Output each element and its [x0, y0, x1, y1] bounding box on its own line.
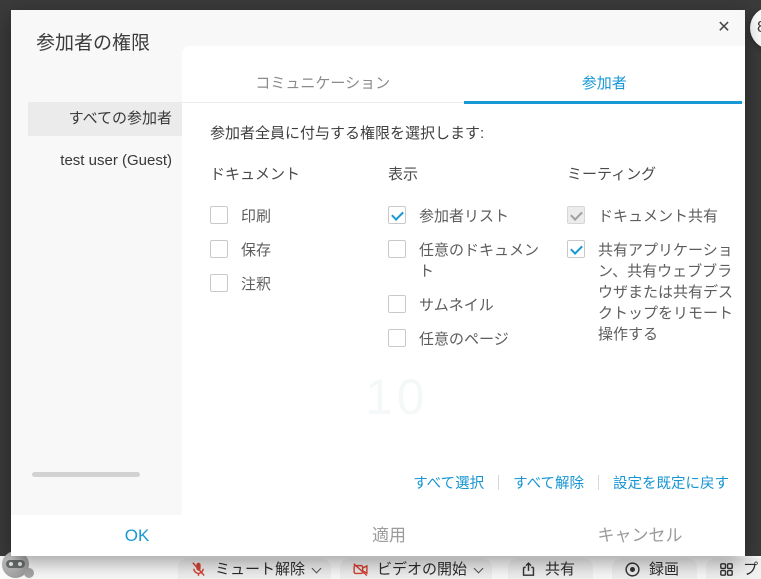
option-save[interactable]: 保存	[210, 240, 360, 261]
checkbox[interactable]	[210, 240, 228, 258]
column-document: ドキュメント 印刷 保存 注釈	[210, 163, 360, 308]
clear-all-link[interactable]: すべて解除	[513, 472, 584, 493]
tab-bar: コミュニケーション 参加者	[182, 46, 745, 103]
option-remote-control[interactable]: 共有アプリケーション、共有ウェブブラウザまたは共有デスクトップをリモート操作する	[567, 240, 733, 345]
screen: ミュート解除 ビデオの開始 共有	[0, 0, 761, 579]
option-any-page[interactable]: 任意のページ	[388, 329, 553, 350]
option-label: 任意のページ	[419, 329, 509, 350]
meeting-toolbar: ミュート解除 ビデオの開始 共有	[0, 556, 761, 579]
checkbox[interactable]	[567, 240, 585, 258]
option-label: ドキュメント共有	[598, 206, 718, 227]
share-icon	[520, 561, 537, 578]
apply-button[interactable]: 適用	[319, 515, 459, 556]
option-participant-list[interactable]: 参加者リスト	[388, 206, 553, 227]
column-view: 表示 参加者リスト 任意のドキュメント サムネイル 任意のページ	[388, 163, 553, 363]
option-thumbnails[interactable]: サムネイル	[388, 295, 553, 316]
option-document-sharing: ドキュメント共有	[567, 206, 733, 227]
option-label: 注釈	[241, 274, 271, 295]
column-header: ドキュメント	[210, 163, 360, 184]
video-off-icon	[352, 561, 369, 578]
divider	[598, 475, 599, 490]
record-icon	[624, 561, 641, 578]
record-button[interactable]: 録画	[612, 558, 697, 579]
option-any-document[interactable]: 任意のドキュメント	[388, 240, 553, 282]
privileges-panel: コミュニケーション 参加者 参加者全員に付与する権限を選択します: ドキュメント…	[182, 46, 745, 525]
instruction-text: 参加者全員に付与する権限を選択します:	[210, 122, 484, 143]
layout-button[interactable]: プレ	[706, 558, 761, 579]
start-video-button[interactable]: ビデオの開始	[340, 558, 492, 579]
checkbox[interactable]	[388, 295, 406, 313]
active-tab-underline	[464, 101, 743, 104]
sidebar-item-all-participants[interactable]: すべての参加者	[28, 102, 182, 136]
share-label: 共有	[545, 561, 575, 579]
close-icon[interactable]: ✕	[707, 12, 741, 44]
checkbox[interactable]	[388, 329, 406, 347]
dialog-title: 参加者の権限	[36, 28, 150, 55]
option-print[interactable]: 印刷	[210, 206, 360, 227]
checkbox	[567, 206, 585, 224]
sidebar-horizontal-scrollbar[interactable]	[32, 472, 140, 477]
option-annotate[interactable]: 注釈	[210, 274, 360, 295]
unmute-button[interactable]: ミュート解除	[178, 558, 331, 579]
participants-count-badge[interactable]: 8	[750, 7, 761, 49]
share-button[interactable]: 共有	[508, 558, 593, 579]
checkbox[interactable]	[388, 240, 406, 258]
option-label: 任意のドキュメント	[419, 240, 553, 282]
chevron-down-icon[interactable]	[474, 564, 484, 574]
participants-sidebar: すべての参加者 test user (Guest)	[11, 102, 182, 178]
select-all-link[interactable]: すべて選択	[413, 472, 484, 493]
tab-participants[interactable]: 参加者	[464, 46, 746, 102]
participant-privileges-dialog: 参加者の権限 ✕ すべての参加者 test user (Guest) コミュニケ…	[11, 10, 745, 556]
bulk-action-links: すべて選択 すべて解除 設定を既定に戻す	[413, 472, 729, 493]
sidebar-item-test-user[interactable]: test user (Guest)	[11, 144, 182, 178]
unmute-label: ミュート解除	[215, 561, 305, 579]
column-header: ミーティング	[567, 163, 733, 184]
checkbox[interactable]	[388, 206, 406, 224]
option-label: 共有アプリケーション、共有ウェブブラウザまたは共有デスクトップをリモート操作する	[598, 240, 733, 345]
column-header: 表示	[388, 163, 553, 184]
option-label: 参加者リスト	[419, 206, 509, 227]
cancel-button[interactable]: キャンセル	[570, 515, 710, 556]
robot-eyes	[6, 560, 25, 568]
mic-muted-icon	[190, 561, 207, 578]
reset-defaults-link[interactable]: 設定を既定に戻す	[613, 472, 729, 493]
checkbox[interactable]	[210, 274, 228, 292]
column-meeting: ミーティング ドキュメント共有 共有アプリケーション、共有ウェブブラウザまたは共…	[567, 163, 733, 358]
option-label: 印刷	[241, 206, 271, 227]
avatar-robot-arm	[24, 568, 34, 578]
apps-grid-icon	[718, 561, 735, 578]
divider	[498, 475, 499, 490]
dialog-footer: OK 適用 キャンセル	[11, 515, 745, 556]
chevron-down-icon[interactable]	[312, 564, 322, 574]
option-label: サムネイル	[419, 295, 494, 316]
start-video-label: ビデオの開始	[377, 561, 467, 579]
record-label: 録画	[649, 561, 679, 579]
checkbox[interactable]	[210, 206, 228, 224]
tab-communication[interactable]: コミュニケーション	[182, 46, 464, 102]
layout-label: プレ	[743, 561, 761, 579]
faint-watermark: 10	[365, 368, 429, 426]
ok-button[interactable]: OK	[67, 515, 207, 556]
option-label: 保存	[241, 240, 271, 261]
